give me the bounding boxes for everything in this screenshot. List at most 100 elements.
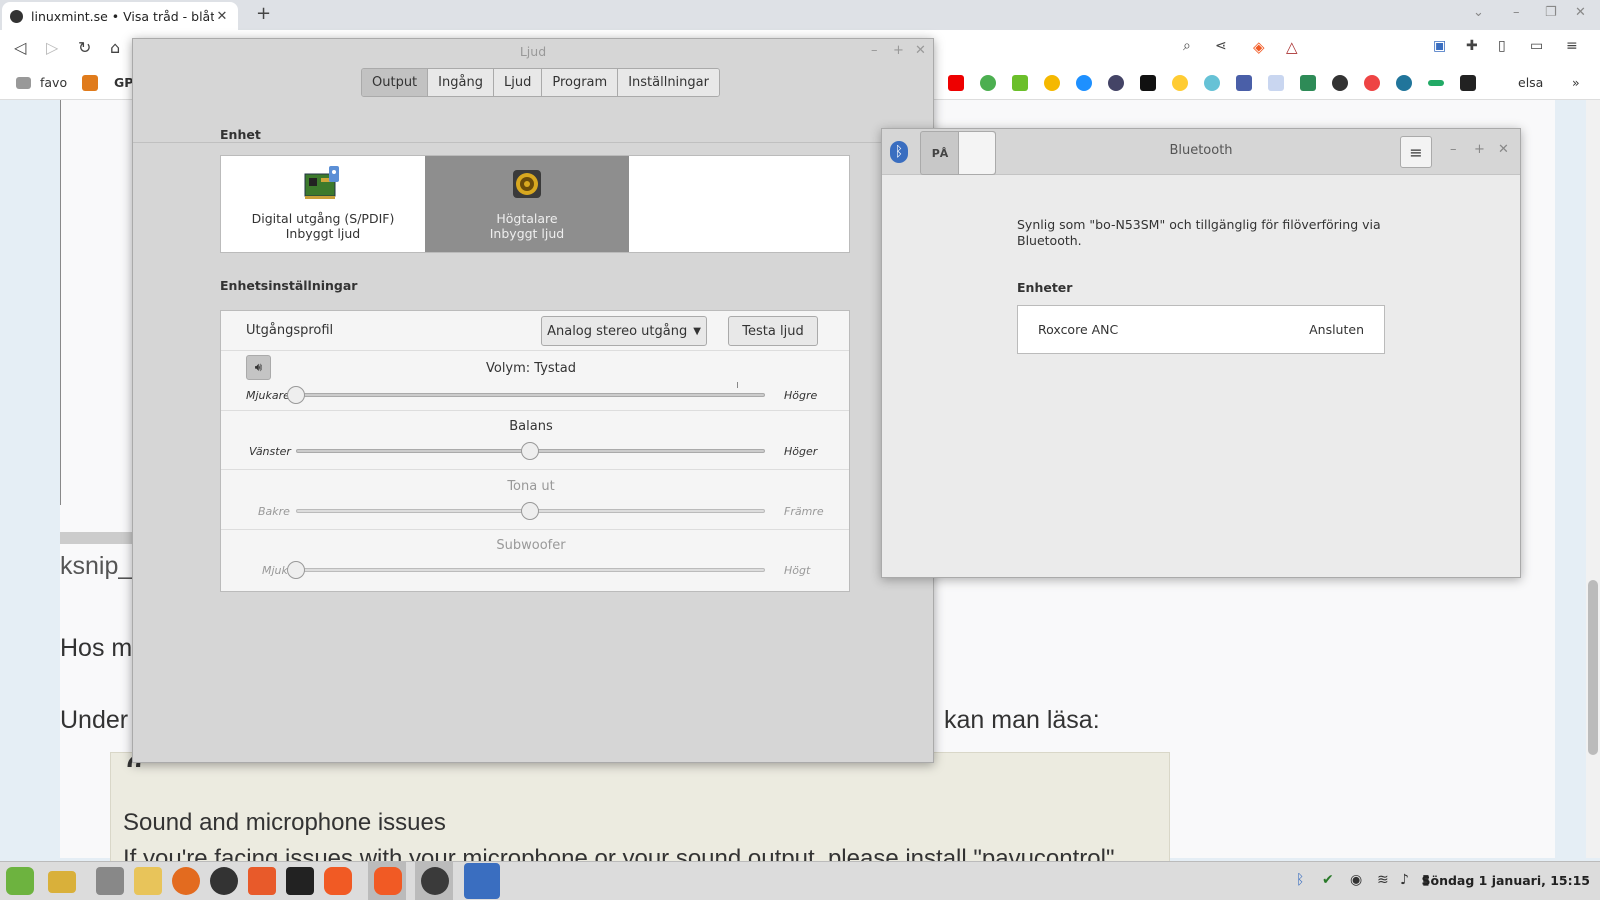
close-tab-icon[interactable]: ✕ (214, 9, 230, 24)
brave-shield-icon[interactable]: ◈ (1253, 38, 1265, 56)
maximize-icon[interactable]: + (893, 43, 904, 58)
back-icon[interactable]: ◁ (14, 38, 26, 57)
close-window-icon[interactable]: ✕ (1575, 5, 1586, 20)
tab-list-chevron-icon[interactable]: ⌄ (1473, 5, 1484, 20)
bookmark-green-icon[interactable] (1012, 75, 1028, 91)
balance-right-label: Höger (784, 445, 818, 458)
medium-icon[interactable] (1140, 75, 1156, 91)
mute-button[interactable]: 🔊︎ (246, 355, 271, 380)
page-scroll-thumb[interactable] (1588, 580, 1598, 755)
new-tab-icon[interactable]: + (256, 3, 271, 24)
firefox-icon[interactable] (172, 867, 200, 895)
sound-window-icon[interactable] (421, 867, 449, 895)
wallet-icon[interactable]: ▭ (1530, 38, 1543, 54)
bookmark-moon-icon[interactable] (1172, 75, 1188, 91)
minimize-icon[interactable]: – (871, 43, 878, 58)
quote-block: “ Sound and microphone issues If you're … (110, 752, 1170, 872)
subwoofer-left-label: Mjuk (262, 564, 288, 577)
page-scrollbar[interactable] (1586, 100, 1600, 858)
tab-installningar[interactable]: Inställningar (618, 69, 719, 96)
browser-tab[interactable]: linuxmint.se • Visa tråd - blåtand ✕ (2, 2, 238, 30)
hamburger-menu-button[interactable]: ≡ (1400, 136, 1432, 168)
file-manager-icon[interactable] (134, 867, 162, 895)
brave-icon[interactable] (324, 867, 352, 895)
mint-menu-icon[interactable] (6, 867, 34, 895)
tab-ingang[interactable]: Ingång (428, 69, 494, 96)
volume-label: Volym: Tystad (485, 361, 577, 376)
translate-icon[interactable]: ▣ (1433, 38, 1446, 54)
bluetooth-titlebar[interactable]: ᛒ PÅ Bluetooth ≡ – + ✕ (882, 129, 1520, 175)
bookmark-gp[interactable]: GP (114, 75, 133, 90)
close-icon[interactable]: ✕ (915, 43, 926, 58)
tab-program[interactable]: Program (542, 69, 619, 96)
share-icon[interactable]: ⋖ (1215, 38, 1227, 54)
tab-output[interactable]: Output (362, 69, 429, 96)
sound-tabs: Output Ingång Ljud Program Inställningar (361, 68, 720, 97)
bookmark-color-icon[interactable] (1364, 75, 1380, 91)
volume-slider-handle[interactable] (287, 386, 305, 404)
minimize-icon[interactable]: – (1513, 5, 1520, 20)
bookmark-yellow-icon[interactable] (1044, 75, 1060, 91)
forward-icon[interactable]: ▷ (46, 38, 58, 57)
maximize-icon[interactable]: + (1474, 142, 1485, 157)
bookmark-leaf-icon[interactable] (1300, 75, 1316, 91)
tab-ljud[interactable]: Ljud (493, 69, 543, 96)
bluetooth-device-row[interactable]: Roxcore ANC Ansluten (1018, 306, 1384, 353)
menu-icon[interactable]: ≡ (1566, 38, 1578, 54)
calculator-icon[interactable] (96, 867, 124, 895)
webcam-icon[interactable] (210, 867, 238, 895)
sound-window-titlebar[interactable]: Ljud – + ✕ (133, 39, 933, 63)
code-box-scrollbar[interactable] (60, 532, 135, 544)
home-icon[interactable]: ⌂ (110, 38, 120, 57)
terminal-icon[interactable] (286, 867, 314, 895)
close-icon[interactable]: ✕ (1498, 142, 1509, 157)
brave-rewards-icon[interactable]: △ (1286, 38, 1298, 56)
extensions-icon[interactable]: ✚ (1466, 38, 1478, 54)
minimize-icon[interactable]: – (1450, 142, 1457, 157)
bookmark-doc-icon[interactable] (1268, 75, 1284, 91)
clock[interactable]: Söndag 1 januari, 15:15 (1421, 873, 1590, 888)
sound-window-title: Ljud (519, 43, 547, 59)
fade-slider-handle[interactable] (521, 502, 539, 520)
sound-tray-icon[interactable]: ♪ (1400, 872, 1409, 888)
subwoofer-slider[interactable] (296, 568, 765, 572)
bookmark-profile[interactable]: elsa (1518, 75, 1543, 90)
download-icon[interactable] (248, 867, 276, 895)
reload-icon[interactable]: ↻ (78, 38, 91, 57)
shield-tray-icon[interactable]: ✔ (1322, 872, 1334, 888)
wordpress-icon[interactable] (1396, 75, 1412, 91)
football-icon[interactable] (1332, 75, 1348, 91)
volume-slider[interactable] (296, 393, 765, 397)
device-digital-output[interactable]: Digital utgång (S/PDIF) Inbyggt ljud (221, 156, 425, 252)
bookmark-dark-icon[interactable] (1460, 75, 1476, 91)
brave-window-icon[interactable] (374, 867, 402, 895)
bookmarks-overflow-icon[interactable]: » (1572, 75, 1580, 90)
restore-icon[interactable]: ❐ (1545, 5, 1557, 20)
bookmark-globe-icon[interactable] (1204, 75, 1220, 91)
nvidia-tray-icon[interactable]: ◉ (1350, 872, 1362, 888)
show-desktop-icon[interactable] (48, 871, 76, 893)
device-section-label: Enhet (220, 127, 261, 142)
speaker-volume-icon: 🔊︎ (254, 360, 263, 374)
subwoofer-slider-handle[interactable] (287, 561, 305, 579)
bluetooth-window-icon[interactable] (464, 863, 500, 899)
bookmark-grid-icon[interactable] (1236, 75, 1252, 91)
balance-slider-handle[interactable] (521, 442, 539, 460)
bookmark-blue-icon[interactable] (1076, 75, 1092, 91)
bookmark-d-icon[interactable] (1108, 75, 1124, 91)
quote-title: Sound and microphone issues (123, 809, 446, 836)
play-icon[interactable] (980, 75, 996, 91)
youtube-icon[interactable] (948, 75, 964, 91)
bookmark-fox-icon[interactable] (82, 75, 98, 91)
sidebar-icon[interactable]: ▯ (1498, 38, 1506, 54)
bookmark-favo[interactable]: favo (40, 75, 67, 90)
test-sound-button[interactable]: Testa ljud (728, 316, 818, 346)
output-profile-select[interactable]: Analog stereo utgång ▼ (541, 316, 707, 346)
wifi-tray-icon[interactable]: ≋ (1377, 872, 1389, 888)
bookmark-line-icon[interactable] (1428, 80, 1444, 86)
bluetooth-tray-icon[interactable]: ᛒ (1296, 872, 1304, 888)
sound-card-icon (304, 166, 339, 199)
output-profile-label: Utgångsprofil (246, 323, 334, 338)
device-speakers[interactable]: Högtalare Inbyggt ljud (425, 156, 629, 252)
zoom-icon[interactable]: ⌕ (1183, 38, 1191, 54)
